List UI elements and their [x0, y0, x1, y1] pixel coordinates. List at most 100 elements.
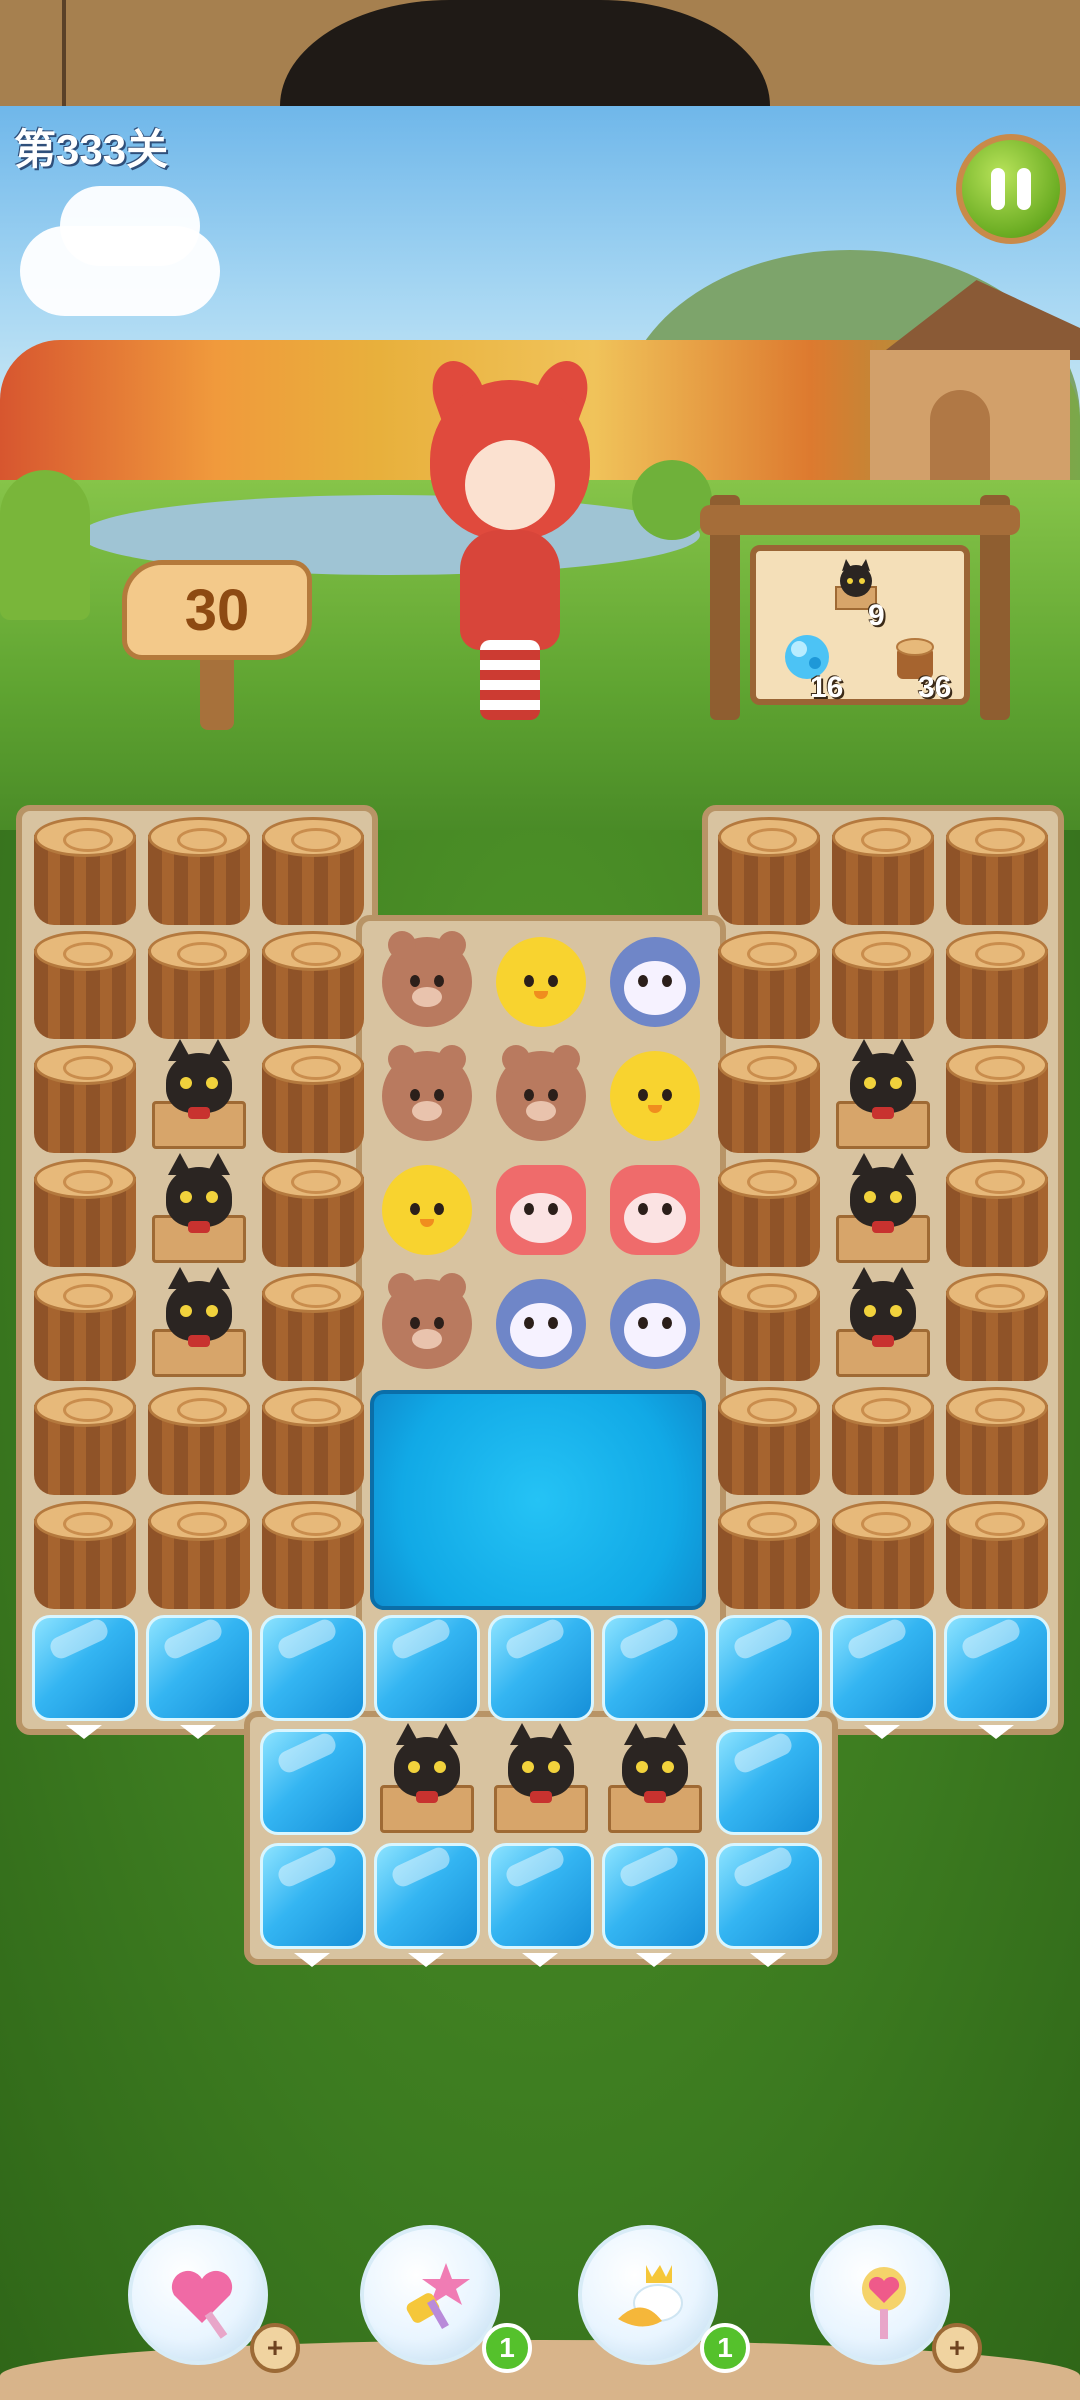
board-cell[interactable]: [826, 1383, 940, 1497]
board-cell[interactable]: [142, 1611, 256, 1725]
chick-piece-icon: [610, 1051, 700, 1141]
pause-button[interactable]: [956, 134, 1066, 244]
board-cell[interactable]: [28, 1383, 142, 1497]
board-cell[interactable]: [598, 1041, 712, 1155]
board-cell[interactable]: [142, 813, 256, 927]
board-cell[interactable]: [712, 1383, 826, 1497]
board-cell[interactable]: [28, 1041, 142, 1155]
board-cell[interactable]: [484, 1041, 598, 1155]
board-cell[interactable]: [256, 1041, 370, 1155]
fox-piece-icon: [496, 1165, 586, 1255]
board-cell[interactable]: [28, 927, 142, 1041]
board-cell[interactable]: [940, 1041, 1054, 1155]
fox-piece-icon: [610, 1165, 700, 1255]
board-cell[interactable]: [712, 1839, 826, 1953]
drop-exit-icon: [294, 1953, 330, 1967]
board-cell[interactable]: [370, 1041, 484, 1155]
board-cell[interactable]: [826, 1611, 940, 1725]
board-cell[interactable]: [712, 1041, 826, 1155]
board-cell[interactable]: [142, 927, 256, 1041]
board-cell[interactable]: [484, 1155, 598, 1269]
board-cell[interactable]: [826, 927, 940, 1041]
board-cell[interactable]: [256, 1269, 370, 1383]
board-cell[interactable]: [940, 1155, 1054, 1269]
booster-heart-scepter[interactable]: +: [810, 2225, 982, 2373]
black-cat-box-icon: [488, 1723, 594, 1837]
board-cell[interactable]: [28, 1611, 142, 1725]
board-cell[interactable]: [712, 1155, 826, 1269]
board-cell[interactable]: [28, 1497, 142, 1611]
wood-stump-icon: [262, 1159, 364, 1267]
board-cell[interactable]: [712, 927, 826, 1041]
wood-stump-icon: [148, 931, 250, 1039]
wood-stump-icon: [718, 1159, 820, 1267]
board-cell[interactable]: [256, 1839, 370, 1953]
board-cell[interactable]: [940, 1383, 1054, 1497]
board-cell[interactable]: [256, 1611, 370, 1725]
board-cell[interactable]: [256, 813, 370, 927]
board-cell[interactable]: [598, 1839, 712, 1953]
wood-stump-icon: [262, 817, 364, 925]
wood-stump-icon: [718, 1273, 820, 1381]
board-cell[interactable]: [484, 927, 598, 1041]
board-cell[interactable]: [370, 927, 484, 1041]
board-cell[interactable]: [142, 1153, 256, 1269]
board-cell[interactable]: [712, 1497, 826, 1611]
wood-stump-icon: [34, 1501, 136, 1609]
board-cell[interactable]: [598, 1723, 712, 1839]
drop-exit-icon: [180, 1725, 216, 1739]
booster-badge: +: [250, 2323, 300, 2373]
board-cell[interactable]: [598, 1611, 712, 1725]
board-cell[interactable]: [940, 1269, 1054, 1383]
board-cell[interactable]: [940, 813, 1054, 927]
board-cell[interactable]: [826, 1267, 940, 1383]
board-cell[interactable]: [142, 1383, 256, 1497]
board-cell[interactable]: [142, 1039, 256, 1155]
board-cell[interactable]: [142, 1497, 256, 1611]
wood-stump-icon: [718, 1045, 820, 1153]
booster-crown-cloud[interactable]: 1: [578, 2225, 750, 2373]
board-cell[interactable]: [142, 1267, 256, 1383]
board-cell[interactable]: [712, 813, 826, 927]
board-cell[interactable]: [256, 1383, 370, 1497]
board-cell[interactable]: [28, 1155, 142, 1269]
board-cell[interactable]: [712, 1725, 826, 1839]
board-cell[interactable]: [826, 813, 940, 927]
board-cell[interactable]: [940, 1611, 1054, 1725]
board-cell[interactable]: [256, 1497, 370, 1611]
board-cell[interactable]: [484, 1723, 598, 1839]
board-cell[interactable]: [940, 927, 1054, 1041]
wood-stump-icon: [832, 1387, 934, 1495]
board-cell[interactable]: [28, 813, 142, 927]
board-cell[interactable]: [826, 1039, 940, 1155]
drop-exit-icon: [66, 1725, 102, 1739]
board-cell[interactable]: [598, 927, 712, 1041]
board-cell[interactable]: [370, 1269, 484, 1383]
board-cell[interactable]: [256, 927, 370, 1041]
board-cell[interactable]: [28, 1269, 142, 1383]
board-cell[interactable]: [256, 1725, 370, 1839]
board-cell[interactable]: [598, 1155, 712, 1269]
board-cell[interactable]: [826, 1497, 940, 1611]
booster-star-hammer[interactable]: 1: [360, 2225, 532, 2373]
board-cell[interactable]: [712, 1269, 826, 1383]
board-cell[interactable]: [484, 1611, 598, 1725]
board-cell[interactable]: [370, 1155, 484, 1269]
wood-stump-icon: [718, 1501, 820, 1609]
board-cell[interactable]: [484, 1839, 598, 1953]
board-cell[interactable]: [370, 1611, 484, 1725]
wood-stump-icon: [34, 817, 136, 925]
board-cell[interactable]: [826, 1153, 940, 1269]
board-cell[interactable]: [370, 1839, 484, 1953]
board-cell[interactable]: [370, 1723, 484, 1839]
character-face: [465, 440, 555, 530]
board-cell[interactable]: [712, 1611, 826, 1725]
booster-heart-wand[interactable]: +: [128, 2225, 300, 2373]
board-cell[interactable]: [484, 1269, 598, 1383]
board-cell[interactable]: [598, 1269, 712, 1383]
board-cell[interactable]: [940, 1497, 1054, 1611]
bear-piece-icon: [382, 1273, 472, 1369]
board-cell[interactable]: [256, 1155, 370, 1269]
owl-piece-icon: [496, 1279, 586, 1369]
ice-block-icon: [260, 1843, 366, 1949]
